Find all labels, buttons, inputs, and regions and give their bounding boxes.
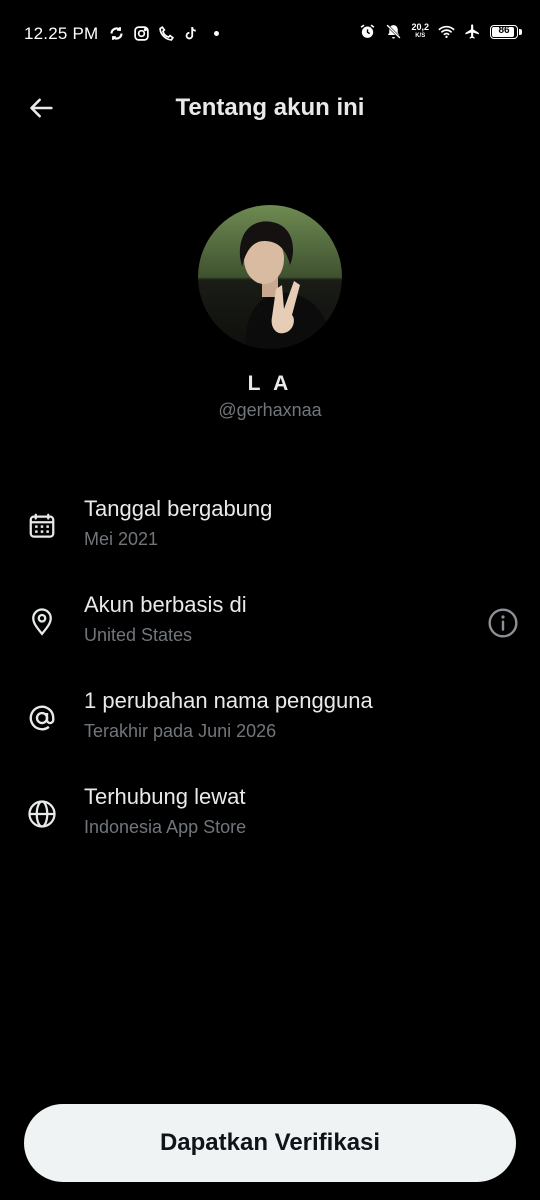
get-verified-button[interactable]: Dapatkan Verifikasi bbox=[24, 1104, 516, 1182]
wifi-icon bbox=[438, 25, 455, 38]
display-name: L A bbox=[247, 372, 293, 395]
account-location-label: Akun berbasis di bbox=[84, 592, 247, 617]
dot-icon bbox=[214, 31, 219, 36]
net-speed-value: 20,2 bbox=[411, 22, 429, 32]
page-title: Tentang akun ini bbox=[175, 94, 365, 121]
status-left-icons bbox=[108, 25, 225, 42]
instagram-icon bbox=[134, 26, 149, 41]
at-sign-icon bbox=[24, 700, 60, 736]
airplane-icon bbox=[465, 24, 479, 39]
status-time: 12.25 PM bbox=[24, 24, 99, 43]
sync-icon bbox=[110, 27, 123, 40]
location-pin-icon bbox=[24, 604, 60, 640]
info-row-username-changes: 1 perubahan nama pengguna Terakhir pada … bbox=[0, 688, 540, 758]
join-date-value: Mei 2021 bbox=[84, 529, 159, 549]
avatar[interactable] bbox=[198, 205, 342, 349]
username-changes-value: Terakhir pada Juni 2026 bbox=[84, 721, 277, 741]
location-info-button[interactable] bbox=[486, 606, 520, 640]
net-speed-unit: K/S bbox=[415, 33, 426, 39]
avatar-photo bbox=[198, 205, 342, 349]
net-speed: 20,2 K/S bbox=[411, 23, 429, 40]
info-row-join-date: Tanggal bergabung Mei 2021 bbox=[0, 496, 540, 566]
battery-indicator: 86 bbox=[490, 24, 522, 39]
globe-icon bbox=[24, 796, 60, 832]
battery-nub bbox=[519, 28, 522, 35]
join-date-label: Tanggal bergabung bbox=[84, 496, 273, 521]
username-changes-label: 1 perubahan nama pengguna bbox=[84, 688, 373, 713]
account-location-value: United States bbox=[84, 625, 193, 645]
status-bar: 12.25 PM 20,2 K/S 86 bbox=[0, 0, 540, 70]
info-icon bbox=[488, 608, 518, 638]
app-header: Tentang akun ini bbox=[0, 80, 540, 136]
username-handle: @gerhaxnaa bbox=[218, 400, 322, 420]
connected-via-label: Terhubung lewat bbox=[84, 784, 246, 809]
mute-icon bbox=[386, 24, 402, 39]
calendar-icon bbox=[24, 508, 60, 544]
tiktok-icon bbox=[185, 27, 196, 40]
status-right-icons: 20,2 K/S 86 bbox=[359, 23, 522, 40]
battery-level: 86 bbox=[498, 24, 510, 36]
info-row-connected-via: Terhubung lewat Indonesia App Store bbox=[0, 784, 540, 854]
alarm-icon bbox=[361, 24, 375, 38]
info-row-account-location: Akun berbasis di United States bbox=[0, 592, 540, 662]
connected-via-value: Indonesia App Store bbox=[84, 817, 247, 837]
phone-icon bbox=[159, 25, 175, 41]
